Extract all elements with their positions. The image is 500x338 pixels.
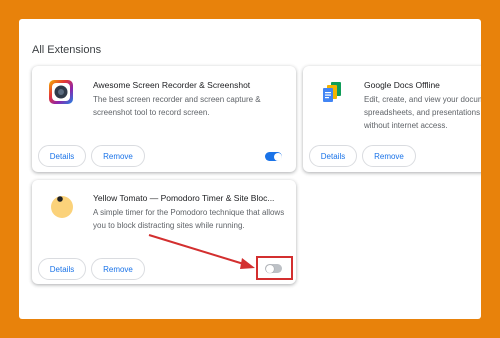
screen-recorder-icon — [49, 80, 73, 104]
details-button[interactable]: Details — [38, 145, 86, 167]
extension-description: The best screen recorder and screen capt… — [93, 95, 261, 117]
remove-button[interactable]: Remove — [362, 145, 416, 167]
annotation-arrow-icon — [148, 234, 255, 269]
details-button[interactable]: Details — [38, 258, 86, 280]
remove-button[interactable]: Remove — [91, 258, 145, 280]
extension-description: A simple timer for the Pomodoro techniqu… — [93, 208, 285, 230]
extension-name: Awesome Screen Recorder & Screenshot — [93, 80, 251, 90]
extension-card-screen-recorder: Awesome Screen Recorder & Screenshot The… — [32, 66, 296, 172]
highlight-box — [256, 256, 293, 280]
extension-name: Yellow Tomato — Pomodoro Timer & Site Bl… — [93, 193, 275, 203]
extension-card-google-docs-offline: Google Docs Offline Edit, create, and vi… — [303, 66, 481, 172]
extension-description: Edit, create, and view your documents, s… — [364, 95, 481, 130]
enable-toggle[interactable] — [265, 152, 282, 161]
extensions-panel: All Extensions Awesome Screen Recorder &… — [19, 19, 481, 319]
toggle-knob — [273, 152, 282, 161]
extension-name: Google Docs Offline — [364, 80, 440, 90]
google-docs-offline-icon — [320, 80, 344, 104]
yellow-tomato-icon — [49, 193, 75, 219]
section-title: All Extensions — [32, 44, 102, 56]
details-button[interactable]: Details — [309, 145, 357, 167]
remove-button[interactable]: Remove — [91, 145, 145, 167]
